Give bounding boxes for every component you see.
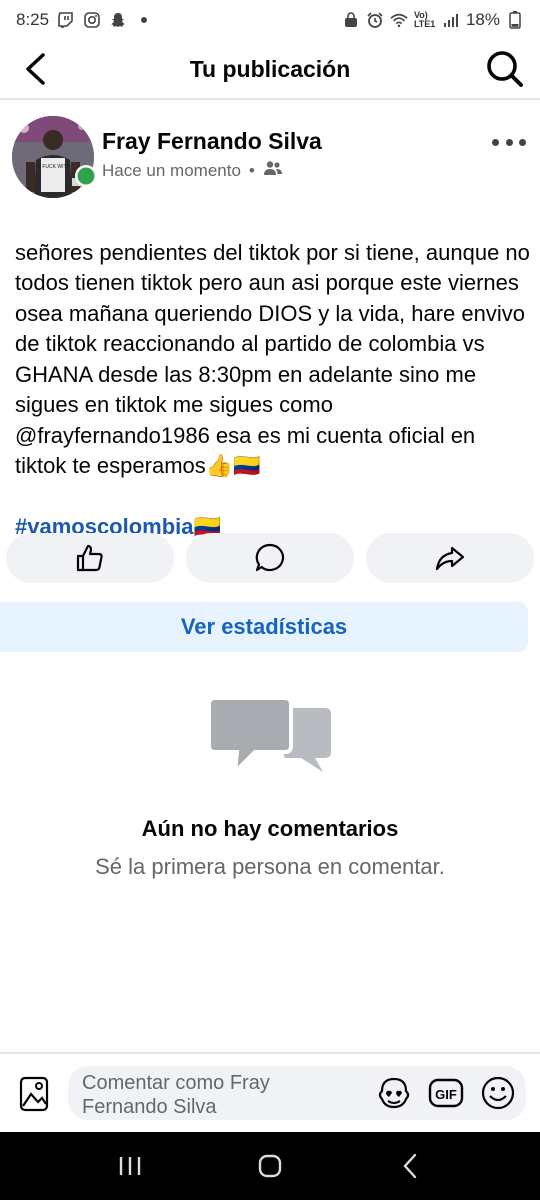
signal-icon [442,11,460,29]
empty-state-title: Aún no hay comentarios [141,816,399,841]
no-comments-icon [205,690,335,778]
twitch-icon [57,11,75,29]
nav-back-icon [403,1153,417,1179]
lock-icon [342,11,360,29]
back-button[interactable] [0,39,70,99]
like-icon [76,544,103,572]
snapchat-icon [109,11,127,29]
post-time: Hace un momento [102,160,241,180]
post-meta: Hace un momento • [102,160,283,181]
page-title: Tu publicación [189,55,351,82]
comment-placeholder: Comentar como Fray Fernando Silva [82,1072,270,1118]
comment-button[interactable] [186,533,354,583]
comment-input[interactable]: Comentar como Fray Fernando Silva GIF [68,1066,526,1120]
share-icon [435,546,465,571]
post-header: DON'T FUCK WITH TIM Fray Fernando Silva … [0,112,540,202]
home-button[interactable] [245,1141,295,1191]
battery-text: 18% [465,10,500,29]
post-actions [6,533,534,583]
search-button[interactable] [470,39,540,99]
search-icon [487,51,523,87]
battery-icon [506,11,524,29]
recent-apps-button[interactable] [105,1141,155,1191]
empty-state-subtitle: Sé la primera persona en comentar. [95,854,445,879]
photo-button[interactable] [16,1074,52,1114]
back-arrow-icon [26,53,45,85]
dot-icon [135,11,153,29]
author-name[interactable]: Fray Fernando Silva [102,128,322,155]
instagram-icon [83,11,101,29]
wifi-icon [390,11,408,29]
post-text: señores pendientes del tiktok por si tie… [15,239,530,479]
status-bar: 8:25 Vo) LTE1 18% [0,0,540,40]
online-status-icon [74,164,98,193]
photo-icon [19,1076,49,1112]
comment-icon [255,543,285,572]
alarm-icon [366,11,384,29]
home-icon [258,1154,282,1178]
more-options-icon[interactable] [492,132,526,152]
gif-label: GIF [435,1087,457,1102]
recent-apps-icon [119,1157,141,1175]
app-header: Tu publicación [0,40,540,100]
emoji-icon[interactable] [480,1075,516,1111]
comment-composer: Comentar como Fray Fernando Silva GIF [0,1052,540,1132]
like-button[interactable] [6,533,174,583]
meta-separator: • [248,160,255,180]
avatar-sticker-icon[interactable] [376,1075,412,1111]
status-time: 8:25 [16,10,50,29]
friends-icon[interactable] [263,160,283,181]
system-nav-bar [0,1132,540,1200]
view-stats-button[interactable]: Ver estadísticas [0,602,528,652]
network-label: Vo) LTE1 [413,10,436,29]
gif-icon[interactable]: GIF [428,1075,464,1111]
share-button[interactable] [366,533,534,583]
nav-back-button[interactable] [385,1141,435,1191]
post-body: señores pendientes del tiktok por si tie… [15,207,530,573]
